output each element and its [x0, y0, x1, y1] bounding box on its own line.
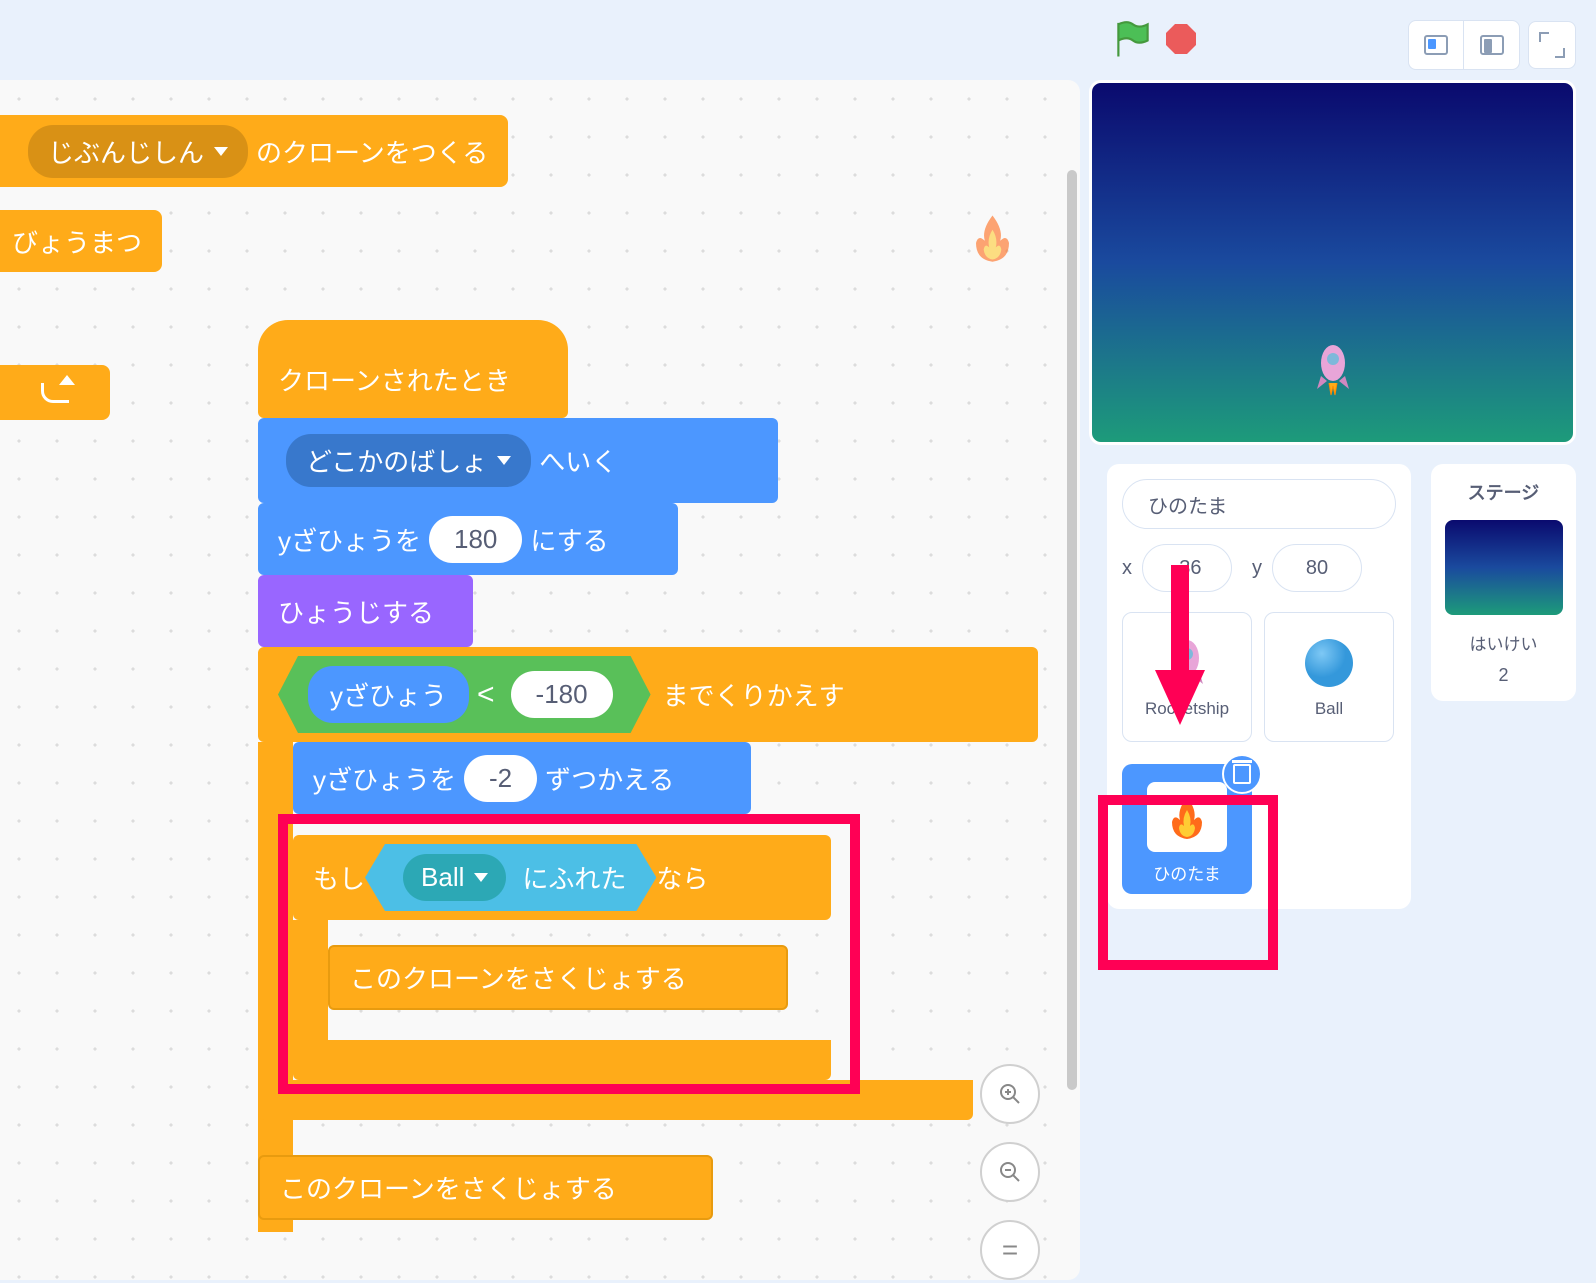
block-text: ひょうじする: [278, 593, 434, 630]
block-text: ずつかえる: [545, 760, 674, 797]
block-text: へいく: [539, 442, 617, 479]
fullscreen-button[interactable]: [1528, 21, 1576, 69]
magnify-minus-icon: [998, 1160, 1022, 1184]
if-block[interactable]: もし Ball にふれた なら: [293, 835, 831, 920]
script-workspace[interactable]: じぶんじしん のクローンをつくる びょうまつ クローンされたとき どこかのばしょ…: [0, 80, 1080, 1280]
clone-target-dropdown[interactable]: じぶんじしん: [28, 125, 248, 178]
annotation-arrow: [1155, 565, 1205, 725]
chevron-down-icon: [474, 873, 488, 882]
block-text: のクローンをつくる: [256, 133, 488, 170]
touching-hex[interactable]: Ball にふれた: [365, 844, 656, 911]
repeat-until-block[interactable]: yざひょう < -180 までくりかえす: [258, 647, 1038, 742]
stop-button[interactable]: [1166, 24, 1196, 54]
block-text: yざひょうを: [278, 521, 421, 558]
magnify-plus-icon: [998, 1082, 1022, 1106]
sprite-item-ball[interactable]: Ball: [1264, 612, 1394, 742]
loop-arrow-icon: [41, 383, 69, 403]
when-cloned-hat[interactable]: クローンされたとき: [258, 320, 568, 418]
zoom-reset-button[interactable]: =: [980, 1220, 1040, 1280]
block-text: クローンされたとき: [278, 361, 511, 398]
block-text: にする: [530, 521, 608, 558]
compare-value-input[interactable]: -180: [511, 671, 613, 718]
condition-hex[interactable]: yざひょう < -180: [278, 656, 651, 733]
small-stage-button[interactable]: [1409, 21, 1464, 69]
operator-text: <: [477, 678, 495, 712]
fire-icon: [1162, 792, 1212, 842]
green-flag-button[interactable]: [1115, 20, 1151, 58]
chevron-down-icon: [497, 456, 511, 465]
backdrop-label: はいけい: [1441, 630, 1566, 655]
sprite-item-hinotama[interactable]: ひのたま: [1122, 764, 1252, 894]
sprite-panel: x y Rocketship Ball: [1107, 464, 1411, 909]
ball-icon: [1302, 636, 1357, 691]
equals-icon: =: [1002, 1234, 1018, 1266]
sprite-label: ひのたま: [1153, 860, 1221, 885]
stage-preview[interactable]: [1089, 80, 1576, 445]
goto-block[interactable]: どこかのばしょ へいく: [258, 418, 778, 503]
goto-dropdown[interactable]: どこかのばしょ: [286, 434, 531, 487]
chevron-down-icon: [214, 147, 228, 156]
change-y-value-input[interactable]: -2: [464, 755, 537, 802]
backdrop-count: 2: [1441, 665, 1566, 686]
block-text: このクローンをさくじょする: [280, 1169, 617, 1206]
sprite-label: Ball: [1315, 699, 1343, 719]
block-text: もし: [313, 859, 365, 896]
set-y-value-input[interactable]: 180: [429, 516, 522, 563]
zoom-in-button[interactable]: [980, 1064, 1040, 1124]
backdrop-thumbnail[interactable]: [1445, 520, 1563, 615]
stage-backdrop-panel: ステージ はいけい 2: [1431, 464, 1576, 701]
block-text: なら: [656, 859, 708, 896]
change-y-block[interactable]: yざひょうを -2 ずつかえる: [293, 742, 751, 814]
large-stage-button[interactable]: [1464, 21, 1519, 69]
stage-title: ステージ: [1441, 479, 1566, 505]
y-position-reporter[interactable]: yざひょう: [308, 666, 469, 723]
delete-clone-block[interactable]: このクローンをさくじょする: [328, 945, 788, 1010]
create-clone-block[interactable]: じぶんじしん のクローンをつくる: [0, 115, 508, 187]
sprite-watermark: [965, 210, 1020, 265]
delete-sprite-button[interactable]: [1222, 754, 1262, 794]
show-block[interactable]: ひょうじする: [258, 575, 473, 647]
block-text: びょうまつ: [12, 223, 142, 260]
workspace-scrollbar[interactable]: [1067, 170, 1077, 1090]
set-y-block[interactable]: yざひょうを 180 にする: [258, 503, 678, 575]
stage-layout-group: [1408, 20, 1520, 70]
spawn-block[interactable]: びょうまつ: [0, 210, 162, 272]
zoom-out-button[interactable]: [980, 1142, 1040, 1202]
delete-clone-block-2[interactable]: このクローンをさくじょする: [258, 1155, 713, 1220]
x-label: x: [1122, 557, 1132, 580]
rocket-sprite-on-stage: [1313, 341, 1353, 396]
block-text: yざひょうを: [313, 760, 456, 797]
block-fragment[interactable]: [0, 365, 110, 420]
y-label: y: [1252, 557, 1262, 580]
sprite-name-input[interactable]: [1122, 479, 1396, 529]
y-input[interactable]: [1272, 544, 1362, 592]
block-text: このクローンをさくじょする: [350, 959, 687, 996]
touching-dropdown[interactable]: Ball: [403, 854, 506, 901]
trash-icon: [1233, 764, 1251, 784]
block-text: までくりかえす: [663, 676, 845, 713]
